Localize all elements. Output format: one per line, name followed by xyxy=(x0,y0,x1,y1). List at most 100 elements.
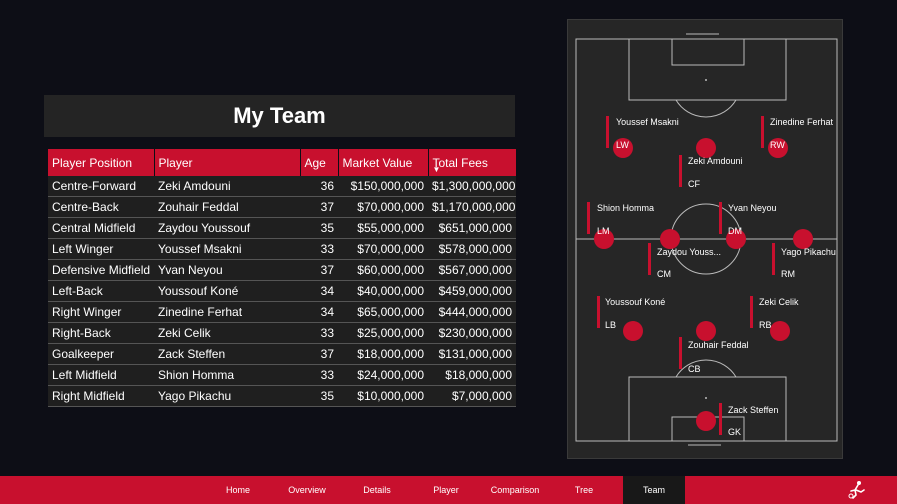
player-marker-cf[interactable]: Zeki Amdouni CF xyxy=(679,138,743,189)
table-row[interactable]: Left Winger Youssef Msakni 33 $70,000,000 $5… xyxy=(48,238,516,260)
cell-market-value: $70,000,000 xyxy=(338,238,428,260)
table-row[interactable]: Left Midfield Shion Homma 33 $24,000,000 $18… xyxy=(48,364,516,386)
player-position-code: GK xyxy=(728,427,741,437)
bottom-penalty-spot xyxy=(705,397,707,399)
nav-player[interactable]: Player xyxy=(426,476,466,504)
player-position-code: LB xyxy=(605,320,616,330)
player-dot[interactable] xyxy=(696,411,716,431)
player-name: Zaydou Youss... xyxy=(657,247,721,257)
pitch-svg: Youssef Msakni LW Zinedine Ferhat RW Zeki Am… xyxy=(575,33,838,446)
cell-market-value: $10,000,000 xyxy=(338,385,428,407)
cell-total-fees: $7,000,000 xyxy=(428,385,516,407)
cell-player: Shion Homma xyxy=(154,364,300,386)
cell-total-fees: $1,170,000,000 xyxy=(428,196,516,218)
nav-home[interactable]: Home xyxy=(218,476,258,504)
players-layer: Youssef Msakni LW Zinedine Ferhat RW Zeki Am… xyxy=(587,116,836,437)
player-marker-lm[interactable]: Shion Homma LM xyxy=(587,202,654,249)
cell-age: 37 xyxy=(300,343,338,365)
player-name: Zack Steffen xyxy=(728,405,778,415)
cell-total-fees: $444,000,000 xyxy=(428,301,516,323)
sort-descending-icon[interactable]: ▼ xyxy=(433,166,441,174)
player-position-code: CM xyxy=(657,269,671,279)
cell-position: Left Midfield xyxy=(48,364,154,386)
cell-market-value: $55,000,000 xyxy=(338,217,428,239)
player-dot[interactable] xyxy=(696,321,716,341)
cell-age: 33 xyxy=(300,364,338,386)
cell-market-value: $65,000,000 xyxy=(338,301,428,323)
player-marker-rw[interactable]: Zinedine Ferhat RW xyxy=(761,116,834,158)
cell-player: Yvan Neyou xyxy=(154,259,300,281)
cell-total-fees: $459,000,000 xyxy=(428,280,516,302)
player-position-code: CB xyxy=(688,364,701,374)
table-header-row: Player Position Player Age Market Value … xyxy=(48,149,516,176)
cell-age: 37 xyxy=(300,259,338,281)
cell-market-value: $150,000,000 xyxy=(338,176,428,197)
player-position-code: CF xyxy=(688,179,700,189)
nav-team[interactable]: Team xyxy=(623,476,685,504)
player-position-code: LW xyxy=(616,140,629,150)
column-header-age[interactable]: Age xyxy=(300,149,339,176)
table-row[interactable]: Right Midfield Yago Pikachu 35 $10,000,000 $… xyxy=(48,385,516,407)
player-label-bar xyxy=(761,116,764,148)
player-dot[interactable] xyxy=(660,229,680,249)
column-header-position[interactable]: Player Position xyxy=(48,149,155,176)
player-marker-gk[interactable]: Zack Steffen GK xyxy=(696,403,778,437)
player-dot[interactable] xyxy=(770,321,790,341)
player-marker-dm[interactable]: Yvan Neyou DM xyxy=(719,202,777,249)
cell-player: Zeki Celik xyxy=(154,322,300,344)
player-name: Youssef Msakni xyxy=(616,117,679,127)
nav-overview[interactable]: Overview xyxy=(282,476,332,504)
cell-total-fees: $131,000,000 xyxy=(428,343,516,365)
player-name: Yago Pikachu xyxy=(781,247,836,257)
player-name: Youssouf Koné xyxy=(605,297,665,307)
cell-position: Right Midfield xyxy=(48,385,154,407)
table-row[interactable]: Right-Back Zeki Celik 33 $25,000,000 $230,00… xyxy=(48,322,516,344)
table-row[interactable]: Left-Back Youssouf Koné 34 $40,000,000 $459,… xyxy=(48,280,516,302)
cell-age: 36 xyxy=(300,176,338,197)
cell-player: Zaydou Youssouf xyxy=(154,217,300,239)
cell-age: 35 xyxy=(300,217,338,239)
table-row[interactable]: Centre-Back Zouhair Feddal 37 $70,000,000 $1… xyxy=(48,196,516,218)
player-marker-lw[interactable]: Youssef Msakni LW xyxy=(606,116,679,158)
nav-details[interactable]: Details xyxy=(356,476,398,504)
player-marker-rm[interactable]: Yago Pikachu RM xyxy=(772,229,836,279)
player-label-bar xyxy=(719,202,722,234)
table-row[interactable]: Right Winger Zinedine Ferhat 34 $65,000,000… xyxy=(48,301,516,323)
player-marker-cb[interactable]: Zouhair Feddal CB xyxy=(679,321,749,374)
table-row[interactable]: Central Midfield Zaydou Youssouf 35 $55,000… xyxy=(48,217,516,239)
table-row[interactable]: Centre-Forward Zeki Amdouni 36 $150,000,000… xyxy=(48,176,516,197)
player-dot[interactable] xyxy=(696,138,716,158)
cell-player: Zinedine Ferhat xyxy=(154,301,300,323)
player-marker-cm[interactable]: Zaydou Youss... CM xyxy=(648,229,721,279)
top-penalty-arc xyxy=(675,99,737,118)
player-position-code: LM xyxy=(597,226,610,236)
cell-player: Zouhair Feddal xyxy=(154,196,300,218)
cell-total-fees: $1,300,000,000 xyxy=(428,176,516,197)
player-marker-lb[interactable]: Youssouf Koné LB xyxy=(597,296,665,341)
cell-age: 33 xyxy=(300,322,338,344)
top-penalty-spot xyxy=(705,79,707,81)
cell-age: 35 xyxy=(300,385,338,407)
column-header-market-value[interactable]: Market Value xyxy=(338,149,429,176)
cell-position: Right-Back xyxy=(48,322,154,344)
cell-age: 33 xyxy=(300,238,338,260)
player-label-bar xyxy=(597,296,600,328)
player-position-code: DM xyxy=(728,226,742,236)
nav-tree[interactable]: Tree xyxy=(564,476,604,504)
column-header-player[interactable]: Player xyxy=(154,149,301,176)
player-dot[interactable] xyxy=(793,229,813,249)
table-row[interactable]: Defensive Midfield Yvan Neyou 37 $60,000,00… xyxy=(48,259,516,281)
nav-comparison[interactable]: Comparison xyxy=(485,476,545,504)
cell-age: 34 xyxy=(300,301,338,323)
player-position-code: RM xyxy=(781,269,795,279)
cell-market-value: $70,000,000 xyxy=(338,196,428,218)
top-penalty-box xyxy=(628,38,787,101)
table-row[interactable]: Goalkeeper Zack Steffen 37 $18,000,000 $131,… xyxy=(48,343,516,365)
cell-total-fees: $567,000,000 xyxy=(428,259,516,281)
player-name: Zinedine Ferhat xyxy=(770,117,834,127)
player-marker-rb[interactable]: Zeki Celik RB xyxy=(750,296,799,341)
cell-player: Youssef Msakni xyxy=(154,238,300,260)
cell-age: 37 xyxy=(300,196,338,218)
player-dot[interactable] xyxy=(623,321,643,341)
column-header-total-fees[interactable]: Total Fees ▼ xyxy=(428,149,516,176)
